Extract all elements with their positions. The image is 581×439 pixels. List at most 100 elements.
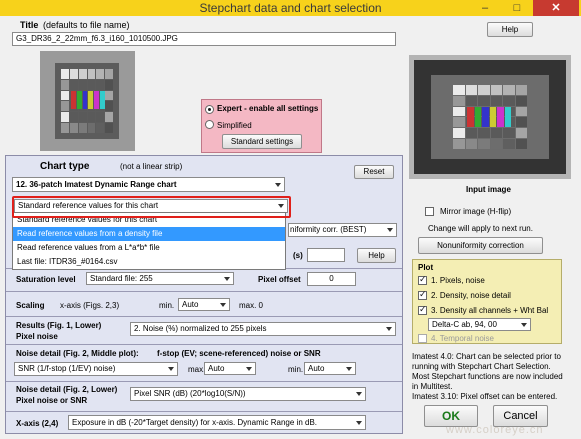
chart-patch xyxy=(61,112,69,123)
chart-patch xyxy=(490,128,502,139)
chevron-down-icon xyxy=(386,327,392,331)
noise-max-dropdown[interactable]: Auto xyxy=(204,362,256,375)
noise-detail-value: SNR (1/f-stop (1/EV) noise) xyxy=(18,364,116,373)
notes-line-4: in Multitest. xyxy=(412,382,453,391)
mirror-checkbox[interactable] xyxy=(425,207,434,216)
divider xyxy=(6,411,402,412)
reference-field[interactable] xyxy=(307,248,345,262)
delta-dropdown[interactable]: Delta-C ab, 94, 00 xyxy=(428,318,531,331)
plot-checkbox-3[interactable] xyxy=(418,304,427,315)
chart-patch xyxy=(105,112,113,123)
chart-patch xyxy=(87,79,96,90)
chart-patch xyxy=(105,69,113,79)
reference-help-button[interactable]: Help xyxy=(357,248,396,263)
temporal-checkbox[interactable] xyxy=(418,334,427,343)
chart-patch xyxy=(453,128,465,139)
chart-patch xyxy=(61,101,69,112)
nonuniformity-button[interactable]: Nonuniformity correction xyxy=(418,237,543,254)
chart-type-hint: (not a linear strip) xyxy=(120,162,183,171)
plot-title: Plot xyxy=(418,263,434,272)
chart-type-value: 12. 36-patch Imatest Dynamic Range chart xyxy=(16,180,177,189)
chart-patch xyxy=(465,85,477,95)
results-dropdown[interactable]: 2. Noise (%) normalized to 255 pixels xyxy=(130,322,396,336)
reference-option[interactable]: Read reference values from a density fil… xyxy=(13,227,285,241)
chevron-down-icon xyxy=(356,420,362,425)
chevron-down-icon xyxy=(246,366,252,371)
plot-checkbox-2[interactable] xyxy=(418,289,427,300)
chart-patch xyxy=(105,79,113,90)
xaxis-label: X-axis (2,4) xyxy=(16,419,59,428)
standard-settings-button[interactable]: Standard settings xyxy=(222,134,302,149)
xaxis-dropdown[interactable]: Exposure in dB (-20*Target density) for … xyxy=(68,415,366,430)
reset-button[interactable]: Reset xyxy=(354,165,394,179)
simplified-radio[interactable] xyxy=(205,120,214,129)
chart-patch xyxy=(490,95,502,106)
notes-line-3: Most Stepchart functions are now include… xyxy=(412,372,563,381)
plot-label-1: 1. Pixels, noise xyxy=(431,276,485,285)
chart-patch xyxy=(503,95,515,106)
uniformity-dropdown[interactable]: niformity corr. (BEST) xyxy=(288,223,397,237)
title-hint: (defaults to file name) xyxy=(43,20,130,30)
chart-patch xyxy=(515,117,527,128)
chart-thumbnail xyxy=(40,51,135,151)
chart-patch xyxy=(61,79,69,90)
chart-patch xyxy=(69,79,78,90)
divider xyxy=(6,316,402,317)
notes-line-5: Imatest 3.10: Pixel offset can be entere… xyxy=(412,392,558,401)
saturation-dropdown[interactable]: Standard file: 255 xyxy=(86,272,234,285)
chart-patch xyxy=(105,90,113,101)
chevron-down-icon xyxy=(220,302,226,307)
chart-patch xyxy=(87,112,96,123)
noise-detail-dropdown[interactable]: SNR (1/f-stop (1/EV) noise) xyxy=(14,362,178,376)
chart-patch xyxy=(453,95,465,106)
chart-patch xyxy=(105,101,113,112)
chart-patch xyxy=(503,85,515,95)
reference-option[interactable]: Last file: ITDR36_#0164.csv xyxy=(13,255,285,269)
noise-detail2-value: Pixel SNR (dB) (20*log10(S/N)) xyxy=(134,389,246,398)
plot-checkbox-1[interactable] xyxy=(418,274,427,285)
chart-patch xyxy=(69,69,78,79)
chevron-down-icon xyxy=(224,276,230,281)
annotation-highlight xyxy=(12,196,291,218)
noise-detail2-sublabel: Pixel noise or SNR xyxy=(16,396,88,405)
scaling-min-label: min. xyxy=(159,301,175,310)
simplified-label: Simplified xyxy=(217,121,252,130)
pixel-offset-input[interactable]: 0 xyxy=(307,272,356,286)
noise-detail-label: Noise detail (Fig. 2, Middle plot): xyxy=(16,349,139,358)
chart-patch xyxy=(61,69,69,79)
chart-patch xyxy=(105,123,113,133)
close-icon[interactable]: ✕ xyxy=(533,0,579,16)
uniformity-value: niformity corr. (BEST) xyxy=(290,225,367,234)
noise-max-value: Auto xyxy=(208,364,225,373)
divider xyxy=(6,291,402,292)
noise-detail2-label: Noise detail (Fig. 2, Lower) xyxy=(16,385,118,394)
noise-detail-desc: f-stop (EV; scene-referenced) noise or S… xyxy=(157,349,321,358)
restore-icon[interactable]: □ xyxy=(502,0,532,16)
chevron-down-icon xyxy=(521,322,527,327)
chart-patch xyxy=(78,112,87,123)
noise-detail2-dropdown[interactable]: Pixel SNR (dB) (20*log10(S/N)) xyxy=(130,387,366,401)
input-image-caption: Input image xyxy=(466,185,511,194)
minimize-icon[interactable]: – xyxy=(470,0,500,16)
chart-patch xyxy=(96,112,105,123)
chart-patch xyxy=(515,128,527,139)
divider xyxy=(6,344,402,345)
saturation-label: Saturation level xyxy=(16,275,76,284)
change-note: Change will apply to next run. xyxy=(428,224,533,233)
chart-patch xyxy=(78,79,87,90)
expert-radio[interactable] xyxy=(205,105,214,114)
chart-type-dropdown[interactable]: 12. 36-patch Imatest Dynamic Range chart xyxy=(12,177,285,192)
noise-min-dropdown[interactable]: Auto xyxy=(304,362,356,375)
scaling-label: Scaling xyxy=(16,301,45,310)
chart-type-label: Chart type xyxy=(40,161,90,172)
reference-partial-label: (s) xyxy=(293,251,303,260)
title-input[interactable]: G3_DR36_2_22mm_f6.3_i160_1010500.JPG xyxy=(12,32,396,46)
scaling-max-label: max. 0 xyxy=(239,301,264,310)
chevron-down-icon xyxy=(387,228,393,232)
help-button[interactable]: Help xyxy=(487,22,533,37)
chart-patch xyxy=(515,95,527,106)
reference-option[interactable]: Read reference values from a L*a*b* file xyxy=(13,241,285,255)
window-titlebar: Stepchart data and chart selection – □ ✕ xyxy=(0,0,581,16)
chart-patch xyxy=(465,139,477,149)
scaling-min-dropdown[interactable]: Auto xyxy=(178,298,230,311)
